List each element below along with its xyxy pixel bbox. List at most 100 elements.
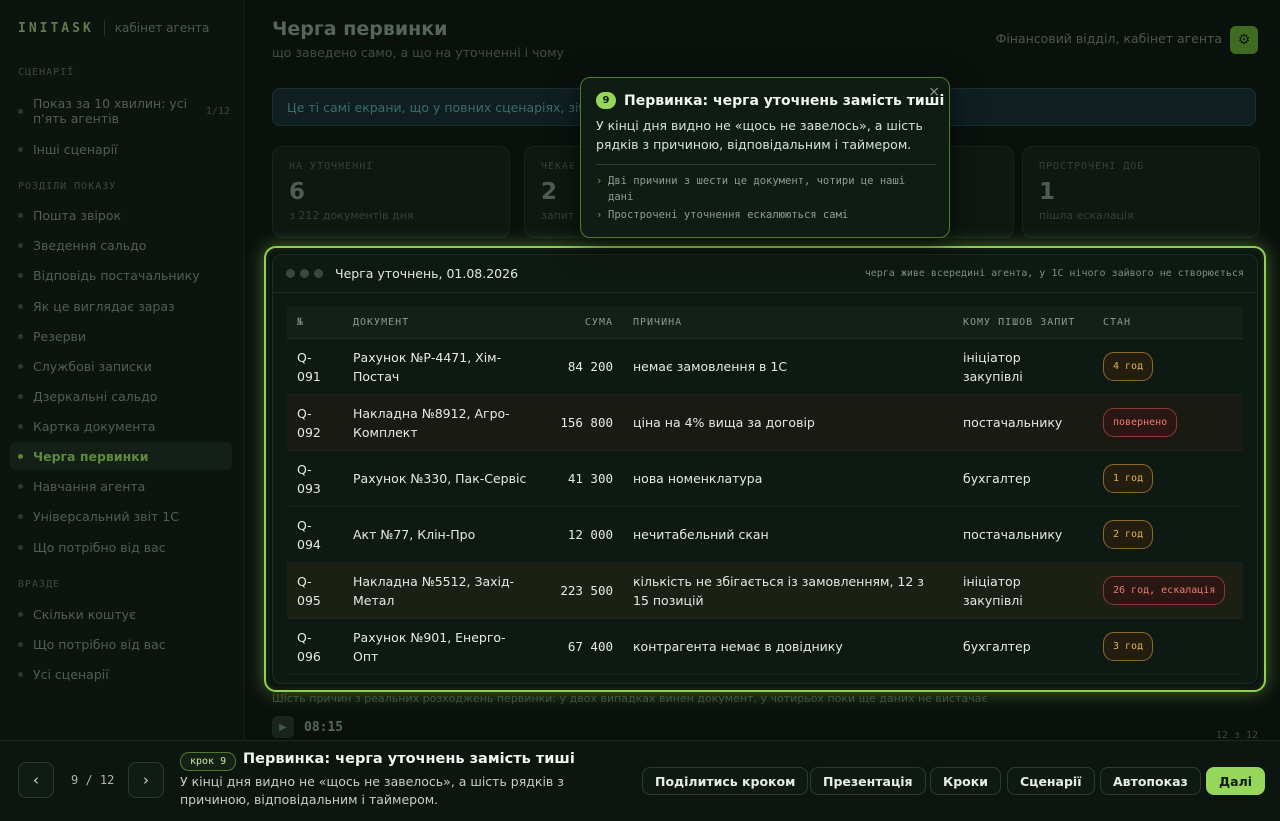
prev-step-button[interactable]: ‹ [18, 762, 54, 798]
sidebar-item[interactable]: Службові записки [10, 358, 232, 374]
column-header: № [287, 307, 343, 339]
cell-id: Q-094 [287, 506, 343, 563]
sidebar-item[interactable]: Що потрібно від вас [10, 539, 232, 555]
presentation-button[interactable]: Презентація [810, 767, 926, 795]
bullet-icon [18, 423, 23, 429]
gear-icon[interactable]: ⚙ [1230, 26, 1258, 54]
cell-reason: немає замовлення в 1С [623, 338, 953, 395]
cell-recipient: ініціатор закупівлі [953, 562, 1093, 619]
sidebar-item[interactable]: Універсальний звіт 1С [10, 508, 232, 524]
cell-document: Акт №77, Клін-Про [343, 506, 539, 563]
bullet-icon [18, 108, 23, 114]
cell-id: Q-096 [287, 618, 343, 675]
cell-document: Рахунок №Р-4471, Хім-Постач [343, 338, 539, 395]
sidebar-item-active[interactable]: Черга первинки [10, 442, 232, 470]
sidebar-item[interactable]: Скільки коштує [10, 606, 232, 622]
sidebar-item-label: Скільки коштує [33, 606, 136, 622]
queue-note: черга живе всередині агента, у 1С нічого… [864, 268, 1244, 279]
stat-card: НА УТОЧНЕННІ 6 з 212 документів дня [272, 146, 510, 238]
bullet-icon [18, 242, 23, 248]
sidebar-item[interactable]: Що потрібно від вас [10, 636, 232, 652]
next-button[interactable]: Далі [1206, 767, 1266, 795]
bullet-icon [18, 212, 23, 218]
cell-recipient: постачальнику [953, 394, 1093, 451]
bullet-icon [18, 146, 23, 152]
sidebar-item[interactable]: Пошта звірок [10, 207, 232, 223]
bullet-icon [18, 483, 23, 489]
scenarios-button[interactable]: Сценарії [1007, 767, 1095, 795]
sidebar-item-label: Навчання агента [33, 478, 146, 494]
sidebar-item-label: Службові записки [33, 358, 152, 374]
queue-panel-header: Черга уточнень, 01.08.2026 черга живе вс… [273, 255, 1257, 293]
bullet-icon [18, 513, 23, 519]
sidebar-item[interactable]: Картка документа [10, 418, 232, 434]
breadcrumb: Фінансовий відділ, кабінет агента [995, 31, 1222, 46]
sidebar-item-label: Картка документа [33, 418, 156, 434]
sidebar-item-label: Відповідь постачальнику [33, 267, 200, 283]
sidebar-item-label: Дзеркальні сальдо [33, 388, 158, 404]
sidebar-item[interactable]: Зведення сальдо [10, 237, 232, 253]
bg-caption: Шість причин з реальних розходжень перви… [272, 692, 988, 705]
sidebar-item-label: Універсальний звіт 1С [33, 508, 179, 524]
brand-subtitle: кабінет агента [114, 21, 210, 35]
step-counter: 9 / 12 [71, 773, 115, 787]
sidebar-item[interactable]: Резерви [10, 328, 232, 344]
play-icon[interactable]: ▶ [272, 716, 294, 738]
steps-button[interactable]: Кроки [930, 767, 1001, 795]
cell-state: 4 год [1093, 338, 1243, 395]
cell-sum: 12 000 [539, 506, 623, 563]
cell-reason: нова номенклатура [623, 450, 953, 507]
chevron-right-icon: › [596, 175, 603, 187]
sidebar-item-label: Інші сценарії [33, 141, 118, 157]
cell-sum: 67 400 [539, 618, 623, 675]
status-badge: повернено [1103, 408, 1178, 437]
sidebar-item-label: Усі сценарії [33, 666, 109, 682]
next-arrow-button[interactable]: › [128, 762, 164, 798]
autoplay-button[interactable]: Автопоказ [1100, 767, 1201, 795]
cell-recipient: ініціатор закупівлі [953, 338, 1093, 395]
sidebar-item[interactable]: Показ за 10 хвилин: усі п'ять агентів 1/… [10, 96, 232, 126]
tour-description: У кінці дня видно не «щось не завелось»,… [180, 774, 564, 807]
table-row[interactable]: Q-093 Рахунок №330, Пак-Сервіс 41 300 но… [287, 450, 1243, 507]
bullet-icon [18, 544, 23, 550]
table-row[interactable]: Q-095 Накладна №5512, Захід-Метал 223 50… [287, 562, 1243, 619]
stat-value: 1 [1039, 179, 1056, 205]
stat-note: запит [541, 209, 575, 222]
brand-logo: INITASK [18, 20, 94, 36]
stat-value: 2 [541, 179, 558, 205]
sidebar-item[interactable]: Інші сценарії [10, 141, 232, 157]
cell-sum: 156 800 [539, 394, 623, 451]
sidebar-item-label: Пошта звірок [33, 207, 122, 223]
column-header: СТАН [1093, 307, 1243, 339]
tour-title: Первинка: черга уточнень замість тиші [243, 751, 575, 767]
table-row[interactable]: Q-094 Акт №77, Клін-Про 12 000 нечитабел… [287, 506, 1243, 563]
cell-id: Q-095 [287, 562, 343, 619]
table-row[interactable]: Q-092 Накладна №8912, Агро-Комплект 156 … [287, 394, 1243, 451]
sidebar-item-label: Що потрібно від вас [33, 636, 166, 652]
sidebar-item[interactable]: Дзеркальні сальдо [10, 388, 232, 404]
tooltip-body: У кінці дня видно не «щось не завелось»,… [596, 118, 923, 152]
cell-document: Рахунок №330, Пак-Сервіс [343, 450, 539, 507]
table-row[interactable]: Q-096 Рахунок №901, Енерго-Опт 67 400 ко… [287, 618, 1243, 675]
column-header: КОМУ ПІШОВ ЗАПИТ [953, 307, 1093, 339]
sidebar-item[interactable]: Як це виглядає зараз [10, 298, 232, 314]
table-header-row: № ДОКУМЕНТ СУМА ПРИЧИНА КОМУ ПІШОВ ЗАПИТ… [287, 307, 1243, 339]
sidebar-section-title: РОЗДІЛИ ПОКАЗУ [18, 181, 117, 192]
cell-document: Рахунок №901, Енерго-Опт [343, 618, 539, 675]
sidebar-section-title: ВРАЗДЕ [18, 579, 61, 590]
column-header: СУМА [539, 307, 623, 339]
window-dots-icon [286, 269, 323, 278]
cell-recipient: бухгалтер [953, 618, 1093, 675]
sidebar-item-label: Черга первинки [33, 448, 149, 464]
sidebar-item[interactable]: Відповідь постачальнику [10, 267, 232, 283]
table-row[interactable]: Q-091 Рахунок №Р-4471, Хім-Постач 84 200… [287, 338, 1243, 395]
stat-card: ПРОСТРОЧЕНІ ДОБ 1 пішла ескалація [1022, 146, 1260, 238]
divider [596, 164, 936, 165]
sidebar-item[interactable]: Усі сценарії [10, 666, 232, 682]
tooltip-title: Первинка: черга уточнень замість тиші [624, 92, 945, 109]
bullet-icon [18, 671, 23, 677]
cell-id: Q-093 [287, 450, 343, 507]
sidebar-item[interactable]: Навчання агента [10, 478, 232, 494]
stat-note: з 212 документів дня [289, 209, 414, 222]
share-step-button[interactable]: Поділитись кроком [642, 767, 809, 795]
